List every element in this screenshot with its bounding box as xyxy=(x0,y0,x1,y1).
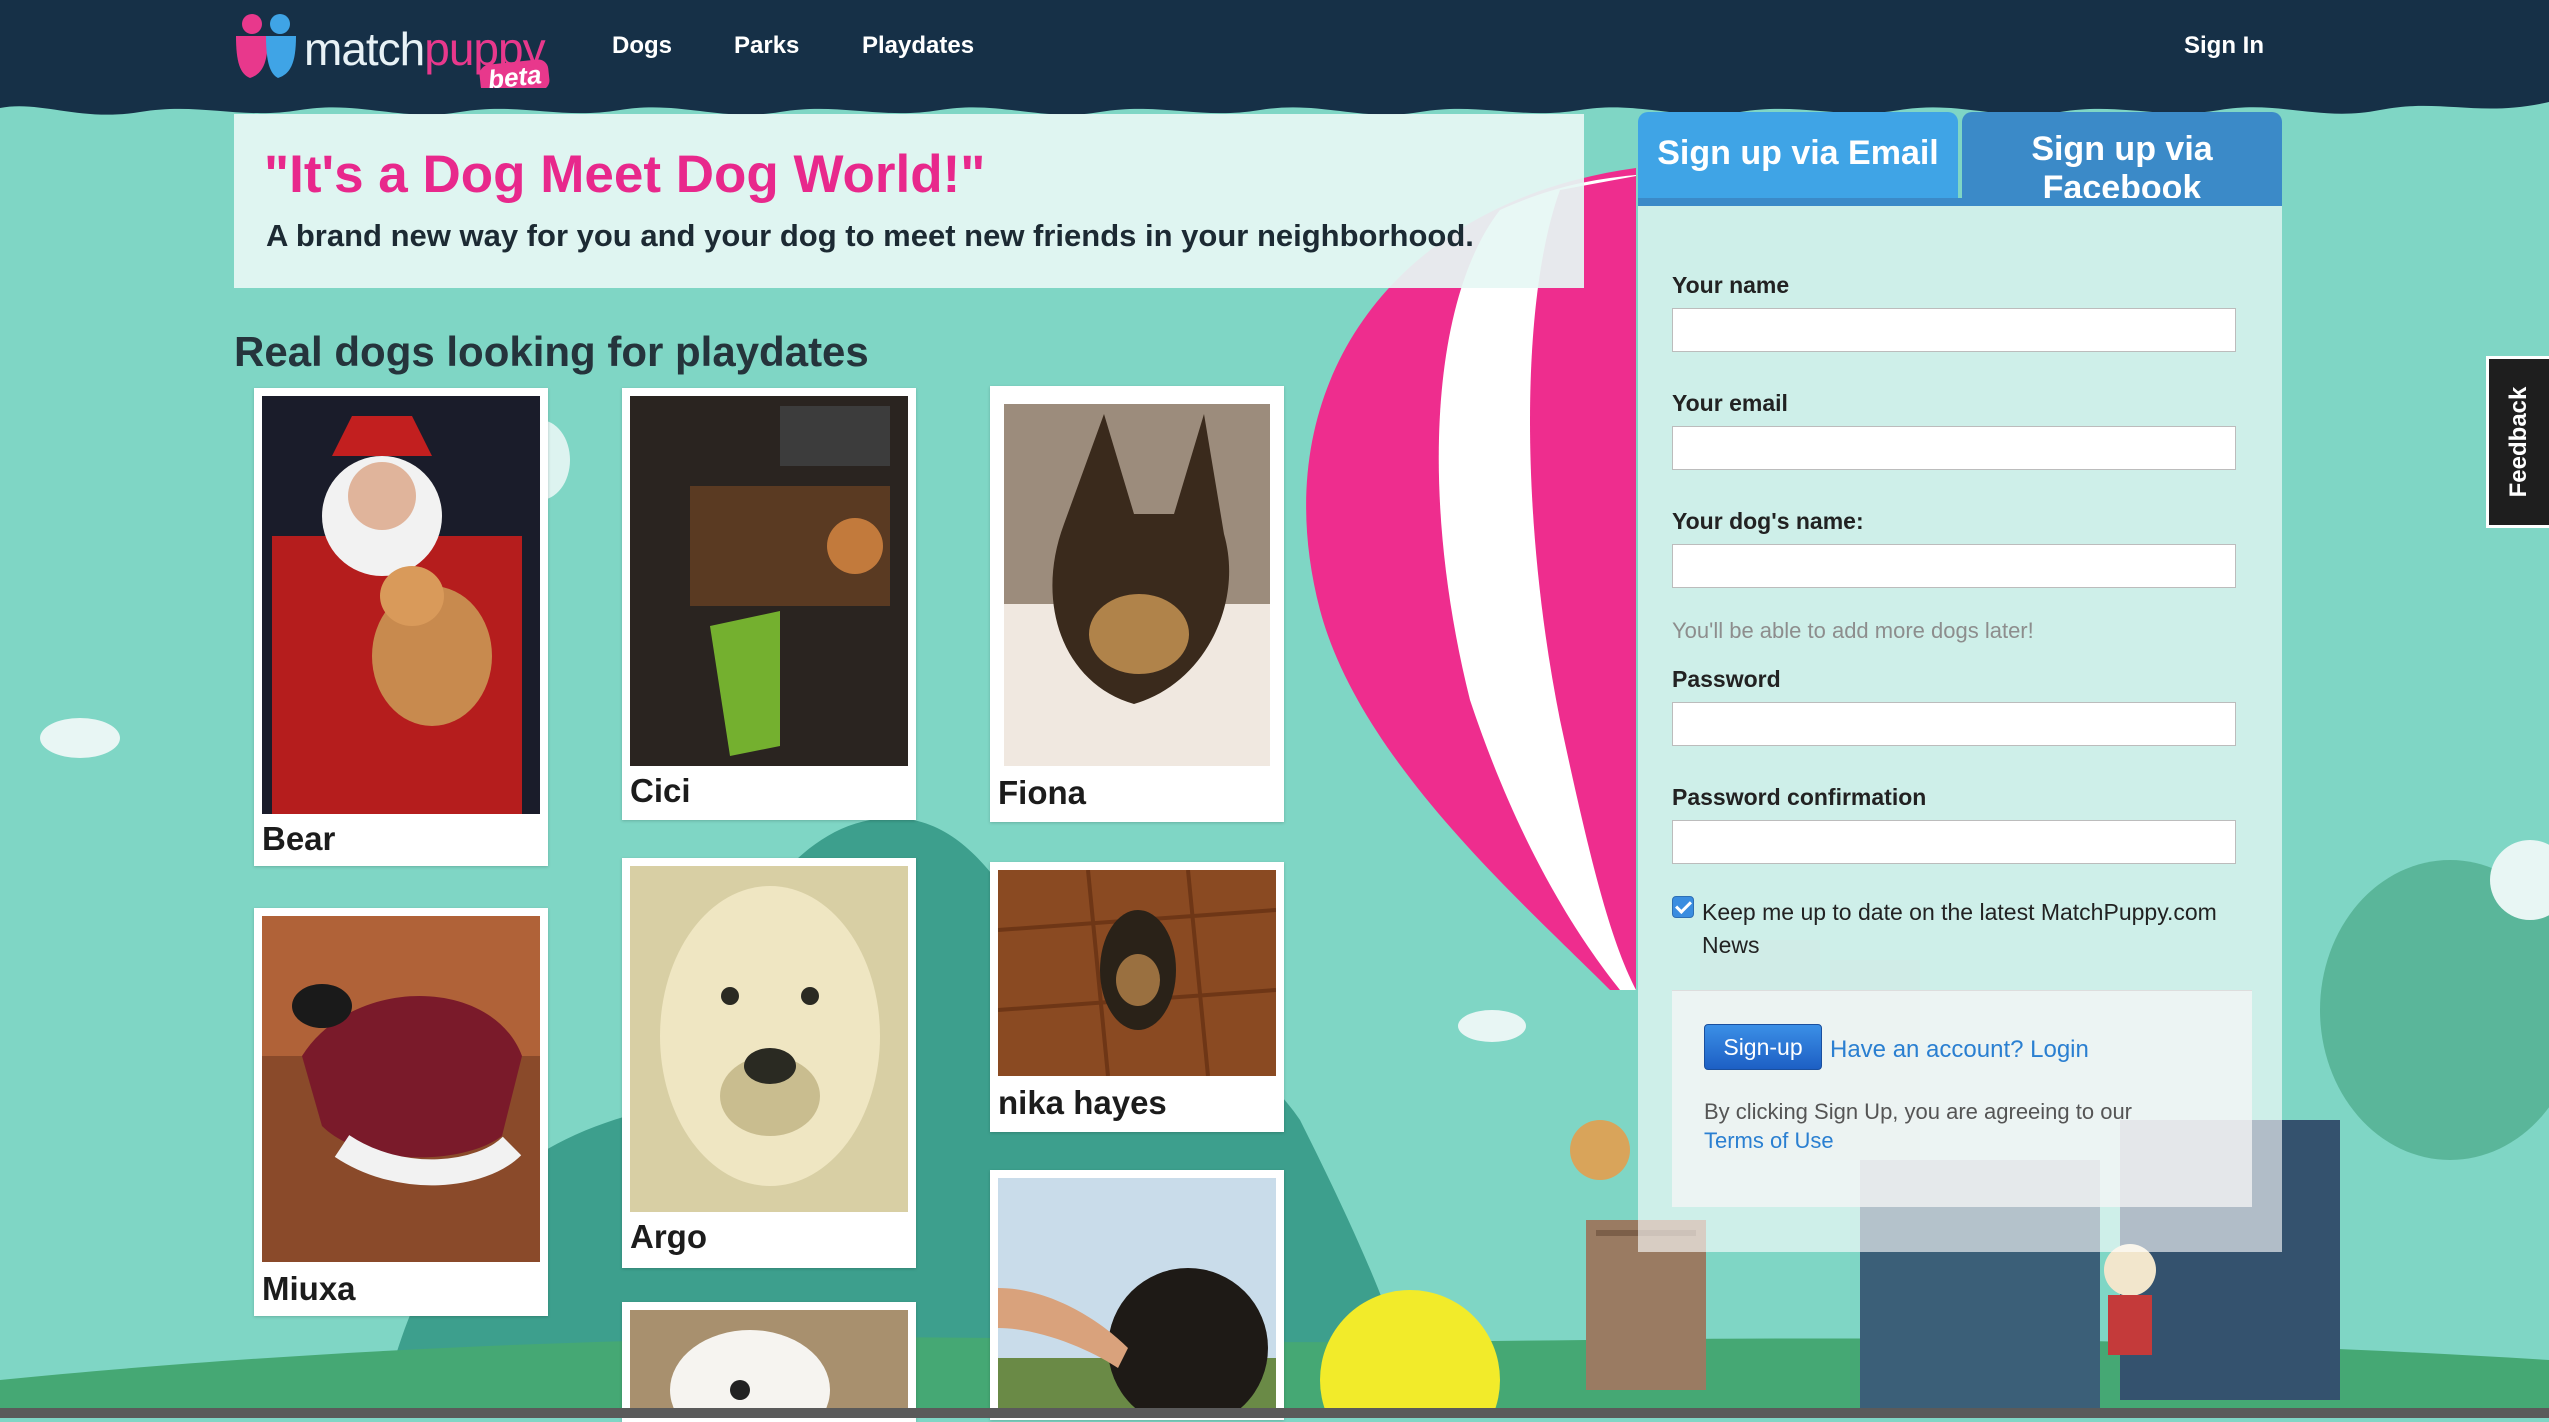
dog-photo xyxy=(630,1310,908,1418)
sign-in-link[interactable]: Sign In xyxy=(2184,32,2264,60)
dog-card-fiona[interactable]: Fiona xyxy=(990,386,1284,822)
dog-photo xyxy=(630,866,908,1212)
name-label: Your name xyxy=(1672,272,1790,298)
top-navigation-bar: matchpuppy beta Dogs Parks Playdates Sig… xyxy=(0,0,2549,100)
section-title: Real dogs looking for playdates xyxy=(234,328,869,375)
feedback-tab[interactable]: Feedback xyxy=(2486,356,2549,528)
hero-banner: "It's a Dog Meet Dog World!" A brand new… xyxy=(234,114,1584,288)
hero-title: "It's a Dog Meet Dog World!" xyxy=(264,145,986,204)
email-input[interactable] xyxy=(1672,426,2236,470)
dog-card[interactable] xyxy=(622,1302,916,1422)
login-link[interactable]: Have an account? Login xyxy=(1830,1036,2089,1064)
nav-link-dogs[interactable]: Dogs xyxy=(612,32,672,60)
dog-name: Fiona xyxy=(998,774,1086,811)
nav-link-playdates[interactable]: Playdates xyxy=(862,32,974,60)
dog-name: Miuxa xyxy=(262,1270,356,1307)
logo-wordmark-prefix: match xyxy=(304,23,425,75)
dog-name: Cici xyxy=(630,772,691,809)
dog-photo xyxy=(262,396,540,814)
matchpuppy-logo[interactable]: matchpuppy beta xyxy=(232,12,562,98)
window-bottom-edge xyxy=(0,1408,2549,1418)
dog-name: Argo xyxy=(630,1218,707,1255)
dog-name: nika hayes xyxy=(998,1084,1167,1121)
terms-of-use-link[interactable]: Terms of Use xyxy=(1704,1128,1834,1154)
dog-photo xyxy=(1004,404,1270,766)
dog-card-miuxa[interactable]: Miuxa xyxy=(254,908,548,1316)
dog-name-hint: You'll be able to add more dogs later! xyxy=(1672,618,2034,643)
dog-card-cici[interactable]: Cici xyxy=(622,388,916,820)
signup-button[interactable]: Sign-up xyxy=(1704,1024,1822,1070)
dog-name: Bear xyxy=(262,820,336,857)
dog-card[interactable] xyxy=(990,1170,1284,1420)
dog-name-input[interactable] xyxy=(1672,544,2236,588)
tabs-underline xyxy=(1638,198,2282,206)
password-input[interactable] xyxy=(1672,702,2236,746)
dog-name-label: Your dog's name: xyxy=(1672,508,1864,534)
name-input[interactable] xyxy=(1672,308,2236,352)
feedback-label: Feedback xyxy=(2505,386,2532,498)
dog-card-bear[interactable]: Bear xyxy=(254,388,548,866)
dog-photo xyxy=(998,870,1276,1076)
newsletter-label: Keep me up to date on the latest MatchPu… xyxy=(1702,899,2217,958)
dog-photo xyxy=(998,1178,1276,1418)
newsletter-checkbox[interactable] xyxy=(1672,896,1694,918)
tab-signup-facebook[interactable]: Sign up via Facebook xyxy=(1962,112,2282,207)
dog-card-nika-hayes[interactable]: nika hayes xyxy=(990,862,1284,1132)
password-confirm-input[interactable] xyxy=(1672,820,2236,864)
dog-photo xyxy=(630,396,908,766)
tab-signup-email[interactable]: Sign up via Email xyxy=(1638,112,1958,200)
email-label: Your email xyxy=(1672,390,1788,416)
dog-photo xyxy=(262,916,540,1262)
dog-card-argo[interactable]: Argo xyxy=(622,858,916,1268)
puppy-logo-icon xyxy=(236,14,296,78)
password-confirm-label: Password confirmation xyxy=(1672,784,1927,810)
nav-link-parks[interactable]: Parks xyxy=(734,32,799,60)
hero-subtitle: A brand new way for you and your dog to … xyxy=(266,218,1474,253)
terms-notice: By clicking Sign Up, you are agreeing to… xyxy=(1704,1099,2133,1124)
password-label: Password xyxy=(1672,666,1781,692)
